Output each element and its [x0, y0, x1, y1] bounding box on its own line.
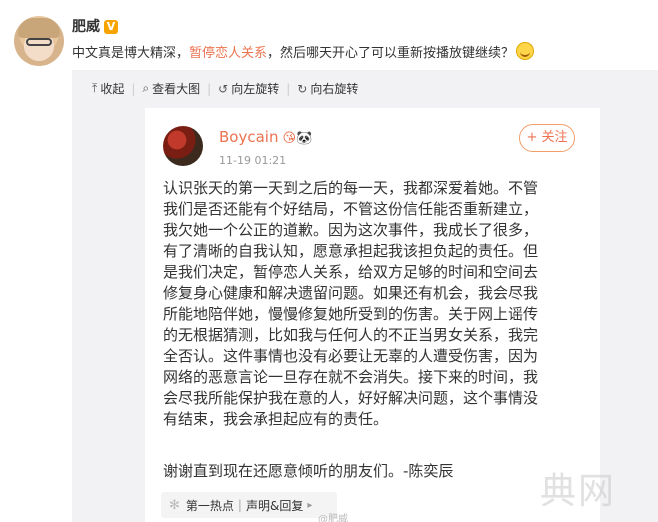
username[interactable]: 肥威 V — [72, 16, 118, 36]
card-badge-icons: 😘🐼 — [282, 131, 313, 146]
smile-emoji-icon — [516, 42, 535, 60]
hot-topic-icon: ✻ — [169, 497, 180, 513]
card-avatar — [163, 126, 203, 166]
topic-divider: | — [237, 498, 242, 512]
weibo-post: 肥威 V 中文真是博大精深，暂停恋人关系，然后哪天开心了可以重新按播放键继续？ ⤒… — [0, 0, 658, 522]
rotate-right-label: 向右旋转 — [310, 82, 359, 96]
view-large-label: 查看大图 — [152, 82, 201, 96]
card-username: Boycain 😘🐼 — [219, 128, 312, 146]
card-timestamp: 11-19 01:21 — [219, 154, 287, 167]
toolbar-divider: | — [131, 81, 136, 96]
rotate-left-button[interactable]: ↺ 向左旋转 — [218, 80, 279, 97]
rotate-right-button[interactable]: ↻ 向右旋转 — [297, 80, 358, 97]
card-username-text: Boycain — [219, 128, 279, 146]
avatar-hair — [18, 18, 60, 38]
avatar-glasses — [26, 38, 52, 46]
post-topic-link[interactable]: 暂停恋人关系 — [189, 46, 267, 61]
toolbar-divider: | — [286, 81, 291, 96]
site-watermark: 典网 — [540, 471, 617, 512]
user-avatar[interactable] — [14, 16, 64, 66]
collapse-label: 收起 — [100, 82, 125, 96]
media-toolbar: ⤒ 收起 | ⌕ 查看大图 | ↺ 向左旋转 | ↻ 向右旋转 — [92, 80, 358, 97]
arrow-right-icon: ▸ — [307, 499, 313, 511]
post-text: 中文真是博大精深，暂停恋人关系，然后哪天开心了可以重新按播放键继续？ — [72, 42, 535, 61]
toolbar-divider: | — [207, 81, 212, 96]
card-body-text: 认识张天的第一天到之后的每一天，我都深爱着她。不管 我们是否还能有个好结局，不管… — [163, 179, 539, 428]
post-text-before: 中文真是博大精深， — [72, 46, 190, 61]
screenshot-image[interactable]: Boycain 😘🐼 11-19 01:21 + 关注 认识张天的第一天到之后的每… — [145, 108, 600, 522]
topic-part1: 第一热点 — [185, 498, 234, 513]
search-icon: ⌕ — [142, 81, 150, 95]
view-large-button[interactable]: ⌕ 查看大图 — [142, 80, 200, 97]
topic-part2: 声明&回复 — [245, 498, 304, 513]
username-text[interactable]: 肥威 — [72, 19, 100, 35]
verified-icon: V — [104, 20, 118, 34]
image-watermark: @肥威 — [318, 514, 348, 522]
collapse-button[interactable]: ⤒ 收起 — [92, 80, 124, 97]
collapse-arrow-icon: ⤒ — [92, 81, 98, 95]
rotate-left-icon: ↺ — [218, 81, 229, 96]
rotate-right-icon: ↻ — [297, 81, 308, 96]
rotate-left-label: 向左旋转 — [231, 82, 280, 96]
card-sign-off: 谢谢直到现在还愿意倾听的朋友们。-陈奕辰 — [163, 462, 454, 480]
follow-button: + 关注 — [519, 124, 575, 152]
card-topic-bar: ✻ 第一热点 | 声明&回复 ▸ — [161, 492, 337, 518]
post-text-after: ，然后哪天开心了可以重新按播放键继续？ — [267, 46, 515, 61]
